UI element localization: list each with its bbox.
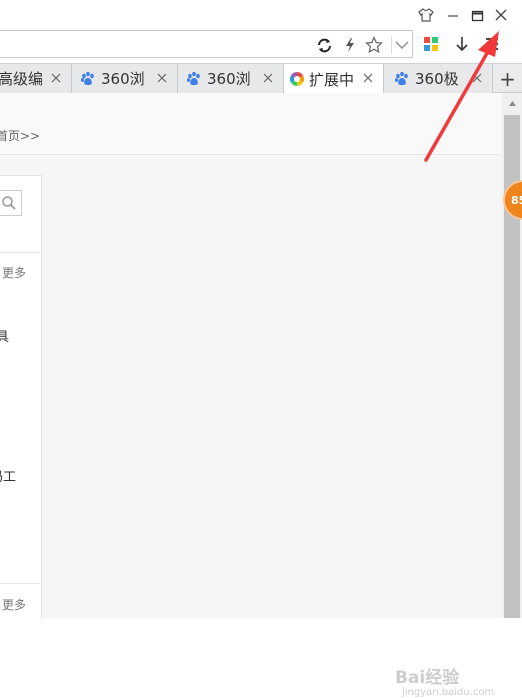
annotation-arrow-icon — [424, 31, 499, 162]
watermark-url: jingyan.baidu.com — [402, 687, 495, 698]
watermark-logo: Bai经验 — [395, 668, 460, 688]
